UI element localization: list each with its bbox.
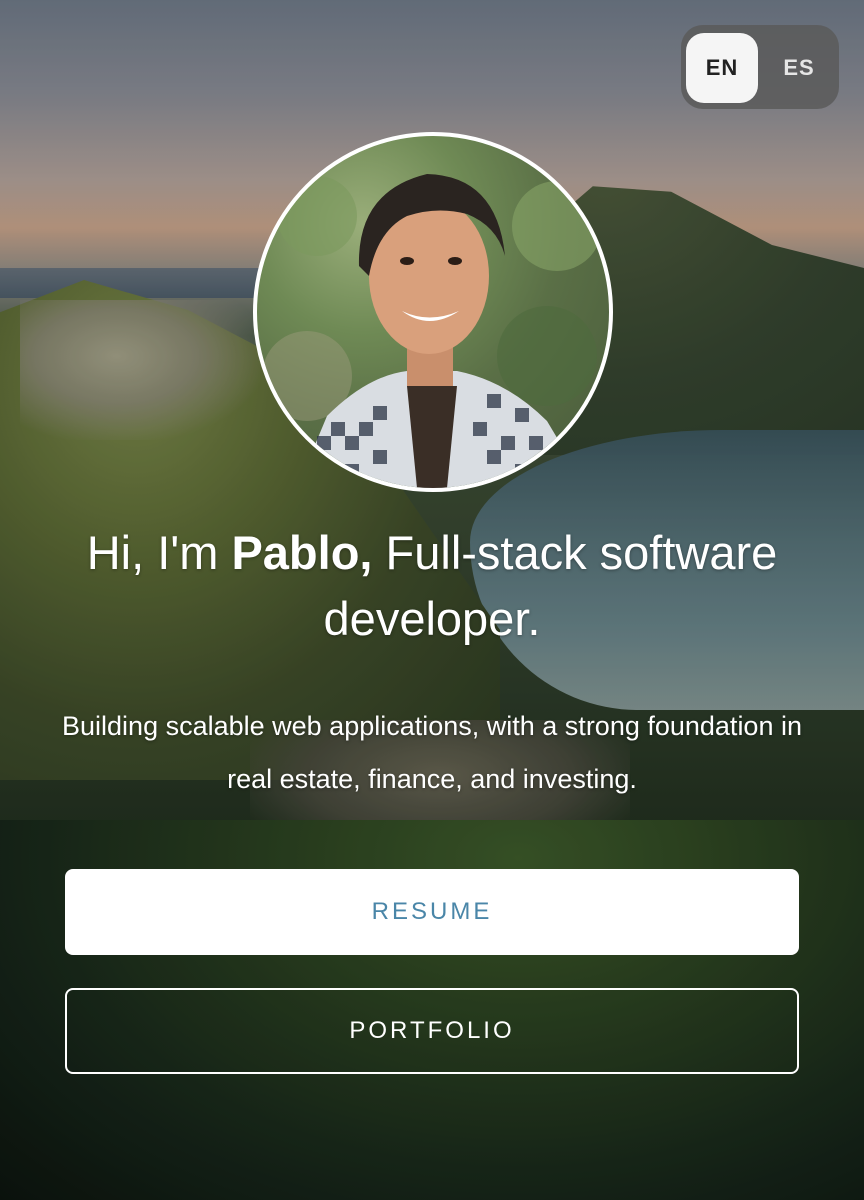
avatar: [253, 132, 613, 492]
language-option-es[interactable]: ES: [763, 33, 835, 103]
hero-subtitle: Building scalable web applications, with…: [62, 711, 802, 794]
hero-headline: Hi, I'm Pablo, Full-stack software devel…: [40, 520, 824, 652]
language-option-en[interactable]: EN: [686, 33, 758, 103]
language-toggle: EN ES: [681, 25, 839, 109]
landing-page: EN ES Hi, I'm Pablo, Full-stack software…: [0, 0, 864, 1200]
headline-suffix: Full-stack software developer.: [323, 526, 778, 645]
portfolio-button[interactable]: PORTFOLIO: [65, 988, 799, 1074]
resume-button[interactable]: RESUME: [65, 869, 799, 955]
avatar-portrait-illustration: [262, 174, 602, 488]
headline-name: Pablo,: [231, 526, 373, 579]
headline-prefix: Hi, I'm: [86, 526, 232, 579]
